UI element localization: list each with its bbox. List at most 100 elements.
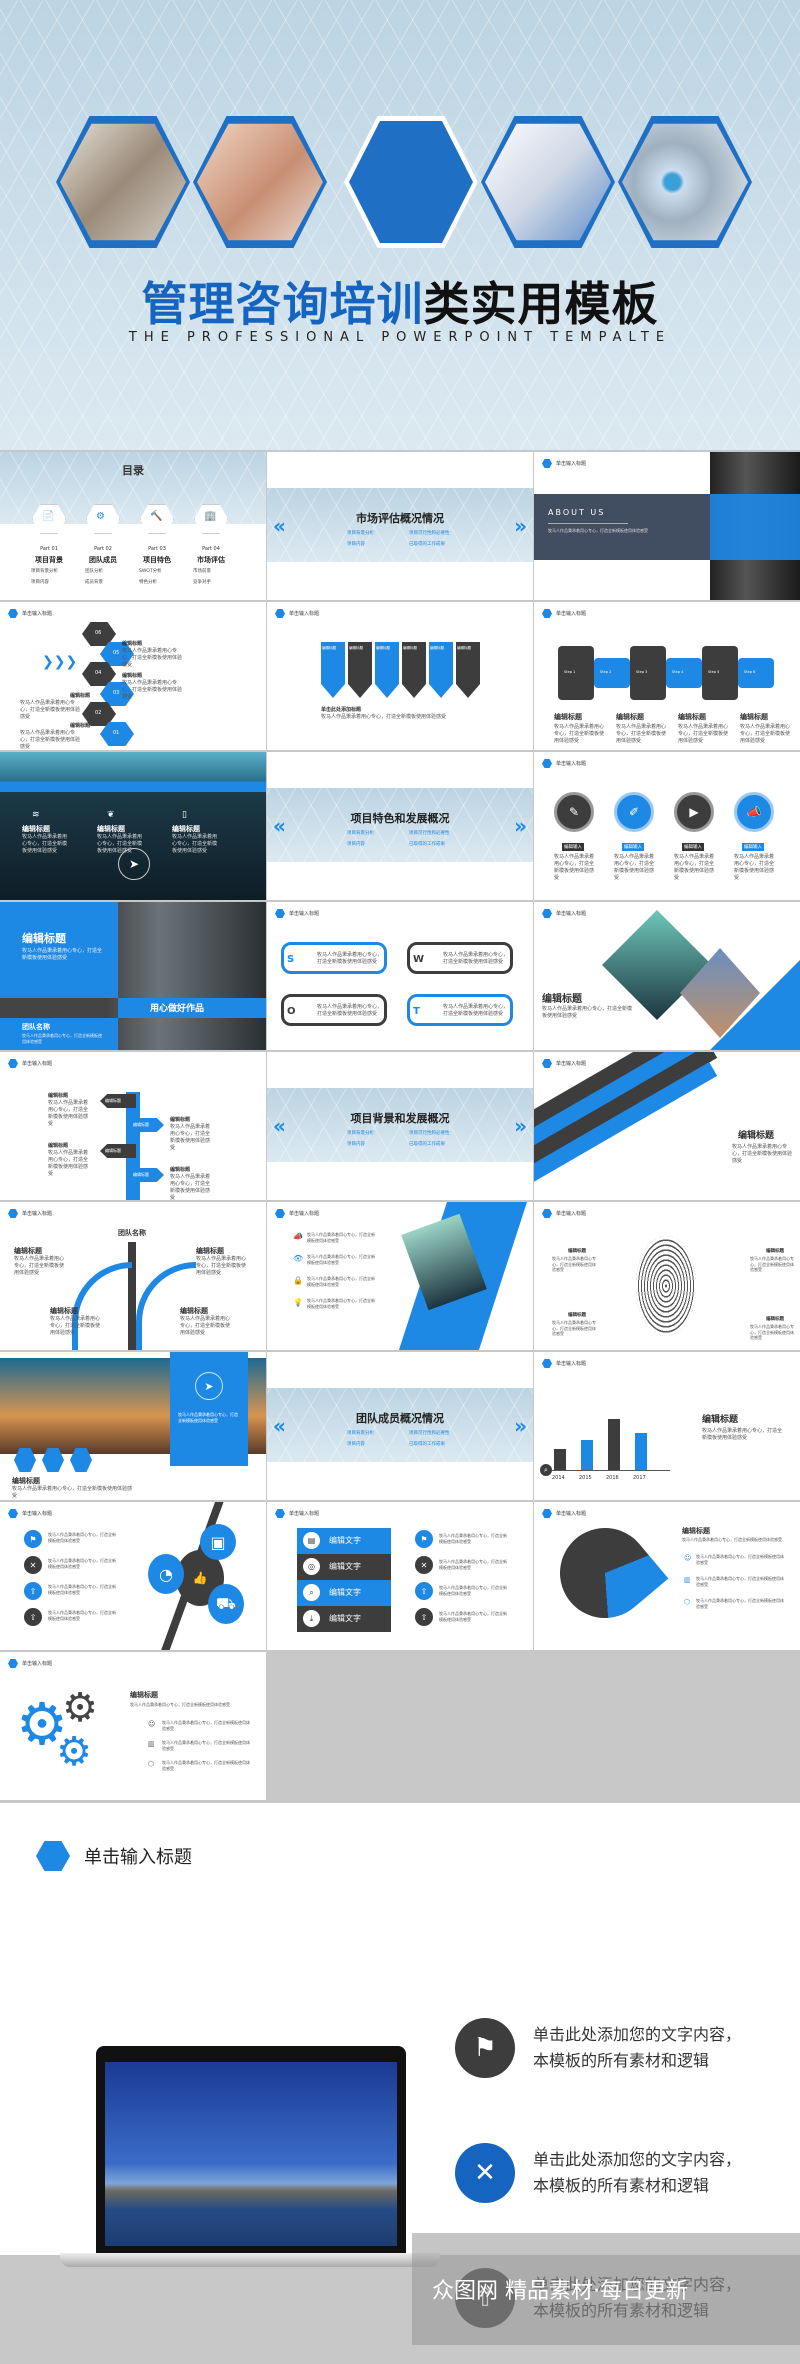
chart-axis — [546, 1470, 670, 1471]
circle-icons-slide[interactable]: 单击输入标题 ✎ 编辑输入 牧马人作品秉承着用心专心，打造全新模板使用体验感受 ✐ 编辑输… — [534, 752, 800, 900]
chevron-left-icon: « — [273, 814, 286, 838]
section-item: 项目可行性和必要性 — [409, 531, 450, 536]
hexagon-icon — [8, 609, 18, 618]
3d-arrows-slide[interactable]: 单击输入标题 输入您的一级标题 输入您的一级标题 输入您的一级标题 输入您的一级标题 编辑… — [534, 1052, 800, 1200]
part-item[interactable]: 项目内容 — [31, 579, 49, 585]
body-text: 牧马人作品秉承着用心专心，打造全新模板使用体验感受 — [317, 952, 383, 965]
body-text: 牧马人作品秉承着用心专心，打造全新模板使用体验感受 — [734, 854, 775, 881]
banner-label: 编辑标题 — [403, 646, 417, 650]
body-text: 牧马人作品秉承着用心专心，打造全新模板使用体验感受 — [307, 1232, 375, 1243]
column-icon: ▯ — [182, 810, 187, 820]
part-name: 项目特色 — [143, 556, 171, 564]
fingerprint-slide[interactable]: 单击输入标题 编辑标题 牧马人作品秉承着用心专心，打造全新模板使用体验感受 编辑标题牧… — [534, 1202, 800, 1350]
circle-label: 编辑输入 — [622, 843, 644, 851]
icon-circles-slide[interactable]: 单击输入标题 ⚑ 牧马人作品秉承着用心专心，打造全新模板使用体验感受 ✕ 牧马人作品秉承… — [0, 1502, 266, 1650]
header-label: 单击输入标题 — [22, 1661, 53, 1667]
slide-title: 编辑标题 — [738, 1131, 775, 1141]
section-slide[interactable]: 团队成员概况情况 项目背景分析 项目可行性和必要性 项目内容 已取得的工作成果 « » — [267, 1352, 533, 1500]
bag-icon: ▣ — [200, 1524, 236, 1560]
umbrella-slide[interactable]: 单击输入标题 编辑标题 牧马人作品秉承着用心专心，打造全新模板使用体验感受 ☺ 牧马人作… — [534, 1502, 800, 1650]
body-text: 牧马人作品秉承着用心专心，打造全新模板使用体验感受 — [162, 1760, 250, 1771]
team-name: 团队名称 — [118, 1229, 146, 1237]
chevron-left-icon: « — [273, 1114, 286, 1138]
chart-icon: ◔ — [148, 1554, 184, 1594]
header-label: 单击输入标题 — [289, 1211, 320, 1217]
part-icon: 🔨 — [150, 511, 163, 522]
body-text: 牧马人作品秉承着用心专心，打造全新模板使用体验感受 — [162, 1740, 250, 1751]
banner-label: 编辑标题 — [349, 646, 363, 650]
item-title: 编辑标题 — [70, 693, 91, 699]
part-item[interactable]: 市场前景 — [193, 568, 211, 574]
about-slide[interactable]: 单击输入标题 ABOUT US 牧马人作品秉承着用心专心，打造全新模板使用体验感受 — [534, 452, 800, 600]
slide-header: 单击输入标题 — [542, 459, 586, 468]
header-label: 单击输入标题 — [556, 461, 587, 467]
list-icon: ▥ — [684, 1576, 691, 1584]
item-title: 编辑标题 — [568, 1313, 586, 1318]
section-item: 项目内容 — [347, 542, 365, 547]
part-item[interactable]: 特色分析 — [139, 579, 157, 585]
body-text: 牧马人作品秉承着用心专心，打造全新模板使用体验感受 — [48, 1558, 116, 1569]
part-icon: ⚙ — [96, 511, 105, 522]
part-item[interactable]: 团队分析 — [85, 568, 103, 574]
header-label: 单击输入标题 — [556, 1061, 587, 1067]
list-icon: ✕ — [415, 1556, 433, 1574]
about-divider — [548, 523, 628, 524]
team-arrows-slide[interactable]: 单击输入标题 团队名称 编辑标题 牧马人作品秉承着用心专心，打造全新模板使用体验感受编… — [0, 1202, 266, 1350]
part-number: Part 02 — [94, 546, 112, 552]
section-items: 项目背景分析 项目可行性和必要性 项目内容 已取得的工作成果 — [347, 1130, 467, 1147]
header-label: 单击输入标题 — [22, 611, 53, 617]
city-columns-slide[interactable]: ≋ 编辑标题 牧马人作品秉承着用心专心，打造全新模板使用体验感受 ❦ 编辑标题 牧马人作品… — [0, 752, 266, 900]
diamond-photo-slide[interactable]: 单击输入标题 编辑标题 牧马人作品秉承着用心专心，打造全新模板使用体验感受 — [534, 902, 800, 1050]
toc-slide[interactable]: 目录 📄 Part 01 项目背景 项目背景分析 项目内容 ⚙ Part 02 团队成员 团队分析… — [0, 452, 266, 600]
bar-chart-slide[interactable]: 单击输入标题 2014 2015 2016 2017 ⌕ 编辑标题 牧马人作品秉承着用心专心，… — [534, 1352, 800, 1500]
step-number: 05 — [113, 650, 120, 656]
banner-slide[interactable]: 单击输入标题 编辑标题 编辑标题 编辑标题 编辑标题 编辑标题 编辑标题 单击此处添加标题 牧马… — [267, 602, 533, 750]
bar-year-label: 2015 — [579, 1475, 592, 1481]
section-slide[interactable]: 市场评估概况情况 项目背景分析 项目可行性和必要性 项目内容 已取得的工作成果 « » — [267, 452, 533, 600]
bridge-photo — [105, 2062, 397, 2246]
banner-heading: 单击此处添加标题 — [321, 707, 362, 713]
section-item: 已取得的工作成果 — [409, 1442, 445, 1447]
section-band: 市场评估概况情况 项目背景分析 项目可行性和必要性 项目内容 已取得的工作成果 « » — [267, 488, 533, 562]
chart-bar — [635, 1432, 647, 1470]
part-item[interactable]: 成员背景 — [85, 579, 103, 585]
laptop-base — [60, 2253, 440, 2267]
header-label: 单击输入标题 — [289, 911, 320, 917]
section-slide[interactable]: 项目特色和发展概况 项目背景分析 项目可行性和必要性 项目内容 已取得的工作成果 « » — [267, 752, 533, 900]
section-item: 项目背景分析 — [347, 1431, 374, 1436]
swot-letter: O — [287, 1006, 296, 1017]
city-panel-slide[interactable]: ➤ 牧马人作品秉承着用心专心，打造全新模板使用体验感受 编辑标题 牧马人作品秉承着用心… — [0, 1352, 266, 1500]
slide-header: 单击输入标题 — [8, 1209, 52, 1218]
body-text: 牧马人作品秉承着用心专心，打造全新模板使用体验感受 — [439, 1611, 507, 1622]
list-icon: ⇧ — [24, 1608, 42, 1626]
timeline-arrow: 编辑标题 — [100, 1144, 136, 1158]
swot-slide[interactable]: 单击输入标题 S 牧马人作品秉承着用心专心，打造全新模板使用体验感受 W 牧马人作品秉承… — [267, 902, 533, 1050]
section-slide[interactable]: 项目背景和发展概况 项目背景分析 项目可行性和必要性 项目内容 已取得的工作成果 « » — [267, 1052, 533, 1200]
section-item: 项目内容 — [347, 1442, 365, 1447]
timeline-slide[interactable]: 单击输入标题 编辑标题 编辑标题 牧马人作品秉承着用心专心，打造全新模板使用体验感受编… — [0, 1052, 266, 1200]
icon-list-photo-slide[interactable]: 单击输入标题 📣 牧马人作品秉承着用心专心，打造全新模板使用体验感受 👁 牧马人作品秉承… — [267, 1202, 533, 1350]
section-band: 团队成员概况情况 项目背景分析 项目可行性和必要性 项目内容 已取得的工作成果 « » — [267, 1388, 533, 1462]
gears-slide[interactable]: 单击输入标题 ⚙ ⚙ ⚙ 编辑标题 牧马人作品秉承着用心专心，打造全新模板使用体验感受 ☺ 牧… — [0, 1652, 266, 1800]
section-item: 项目可行性和必要性 — [409, 1131, 450, 1136]
part-item[interactable]: SWOT分析 — [139, 568, 162, 574]
puzzle-slide[interactable]: 单击输入标题 Step 1 Step 2 Step 3 Step 4 Step 5 Step… — [534, 602, 800, 750]
body-text: 牧马人作品秉承着用心专心，打造全新模板使用体验感受 — [48, 1100, 89, 1127]
section-item: 项目背景分析 — [347, 1131, 374, 1136]
chevron-left-icon: « — [273, 514, 286, 538]
part-item[interactable]: 项目背景分析 — [31, 568, 58, 574]
body-text: 牧马人作品秉承着用心专心，打造全新模板使用体验感受 — [321, 714, 447, 720]
banner-label: 编辑标题 — [322, 646, 336, 650]
body-text: 牧马人作品秉承着用心专心，打造全新模板使用体验感受 — [178, 1412, 238, 1423]
slide-title: 编辑标题 — [682, 1527, 710, 1535]
slide-header: 单击输入标题 — [542, 1059, 586, 1068]
photo-blue-slide[interactable]: 编辑标题 牧马人作品秉承着用心专心，打造全新模板使用体验感受 用心做好作品 团队名称牧… — [0, 902, 266, 1050]
body-text: 牧马人作品秉承着用心专心，打造全新模板使用体验感受 — [122, 680, 183, 700]
body-text: 牧马人作品秉承着用心专心，打造全新模板使用体验感受 — [130, 1702, 230, 1707]
hex-arrow-slide[interactable]: 单击输入标题 06 05 04 03 02 01 ❯❯❯ 编辑标题 牧马人作品秉承着用心专心，打造… — [0, 602, 266, 750]
section-item: 项目可行性和必要性 — [409, 831, 450, 836]
edit-text-list-slide[interactable]: 单击输入标题 ▤ 编辑文字 ⚑ 牧马人作品秉承着用心专心，打造全新模板使用体验感受 ◎ 编辑… — [267, 1502, 533, 1650]
bar-year-label: 2017 — [633, 1475, 646, 1481]
part-item[interactable]: 竞争对手 — [193, 579, 211, 585]
title-black: 类实用模板 — [423, 277, 659, 331]
